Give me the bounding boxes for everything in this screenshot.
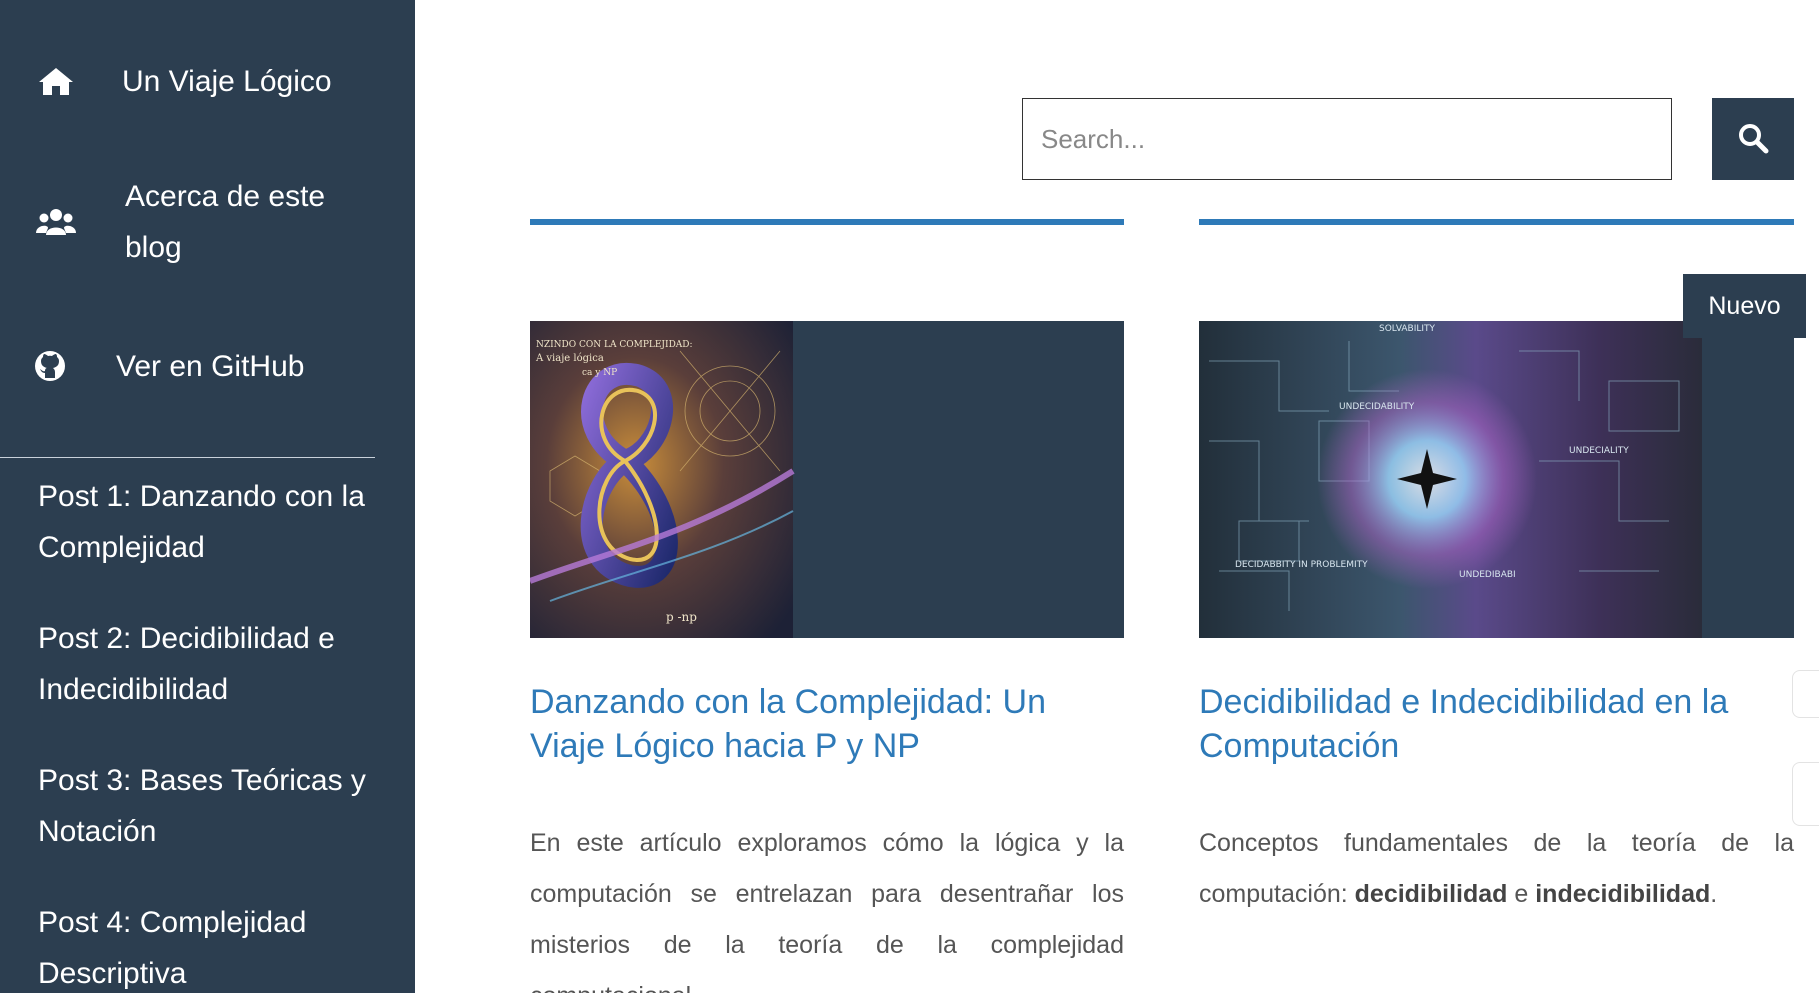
card-2-image[interactable]: SOLVABILITY UNDECIDABILITY UNDECIALITY D… [1199,321,1794,638]
nav-home-label: Un Viaje Lógico [122,64,332,98]
card-1-top-rule [530,219,1124,225]
search-button[interactable] [1712,98,1794,180]
card-1-art-caption-2: A viaje lógica [535,353,604,364]
card-2-art-caption-4: DECIDABBITY IN PROBLEMITY [1235,560,1368,570]
edge-widget-top[interactable] [1792,670,1819,718]
card-2-top-rule [1199,219,1794,225]
card-2-artwork: SOLVABILITY UNDECIDABILITY UNDECIALITY D… [1199,321,1702,638]
nav-github[interactable]: Ver en GitHub [0,340,415,392]
card-2-art-caption-2: UNDECIDABILITY [1339,402,1415,412]
card-1-image[interactable]: NZINDO CON LA COMPLEJIDAD: A viaje lógic… [530,321,1124,638]
search-input[interactable] [1022,98,1672,180]
sidebar-post-3[interactable]: Post 3: Bases Teóricas y Notación [38,755,368,857]
home-icon [36,61,76,101]
card-1-artwork: NZINDO CON LA COMPLEJIDAD: A viaje lógic… [530,321,795,638]
card-2-title-link[interactable]: Decidibilidad e Indecidibilidad en la Co… [1199,680,1794,768]
card-1-title-link[interactable]: Danzando con la Complejidad: Un Viaje Ló… [530,680,1124,768]
card-1-excerpt: En este artículo exploramos cómo la lógi… [530,829,1124,993]
search-icon [1737,122,1769,157]
nav-about-label: Acerca de este blog [125,180,326,264]
sidebar: Un Viaje Lógico Acerca de este blog Ver … [0,0,415,993]
github-icon [30,346,70,386]
sidebar-post-1[interactable]: Post 1: Danzando con la Complejidad [38,471,368,573]
new-badge: Nuevo [1683,274,1806,338]
card-2-excerpt: Conceptos fundamentales de la teoría de … [1199,818,1794,920]
card-2-art-caption-1: SOLVABILITY [1379,324,1436,334]
card-2-art-caption-5: UNDEDIBABI [1459,570,1516,580]
card-2-excerpt-conjunction: e [1507,880,1536,908]
nav-github-label: Ver en GitHub [116,349,305,383]
sidebar-post-2[interactable]: Post 2: Decidibilidad e Indecidibilidad [38,613,368,715]
card-2-excerpt-bold-1: decidibilidad [1354,880,1508,908]
card-2-excerpt-period: . [1710,880,1718,908]
edge-widget-bottom[interactable] [1792,762,1819,826]
nav-home[interactable]: Un Viaje Lógico [0,55,415,107]
card-1-art-caption-3: ca y NP [582,368,617,378]
card-2-art-caption-3: UNDECIALITY [1569,446,1629,456]
nav-about[interactable]: Acerca de este blog [0,170,415,274]
card-2-excerpt-bold-2: indecidibilidad [1535,880,1711,908]
card-1-art-caption-1: NZINDO CON LA COMPLEJIDAD: [536,340,693,350]
users-icon [36,202,76,242]
sidebar-post-4[interactable]: Post 4: Complejidad Descriptiva [38,897,368,993]
card-1-art-caption-4: p -np [666,610,697,624]
sidebar-divider [0,457,375,458]
